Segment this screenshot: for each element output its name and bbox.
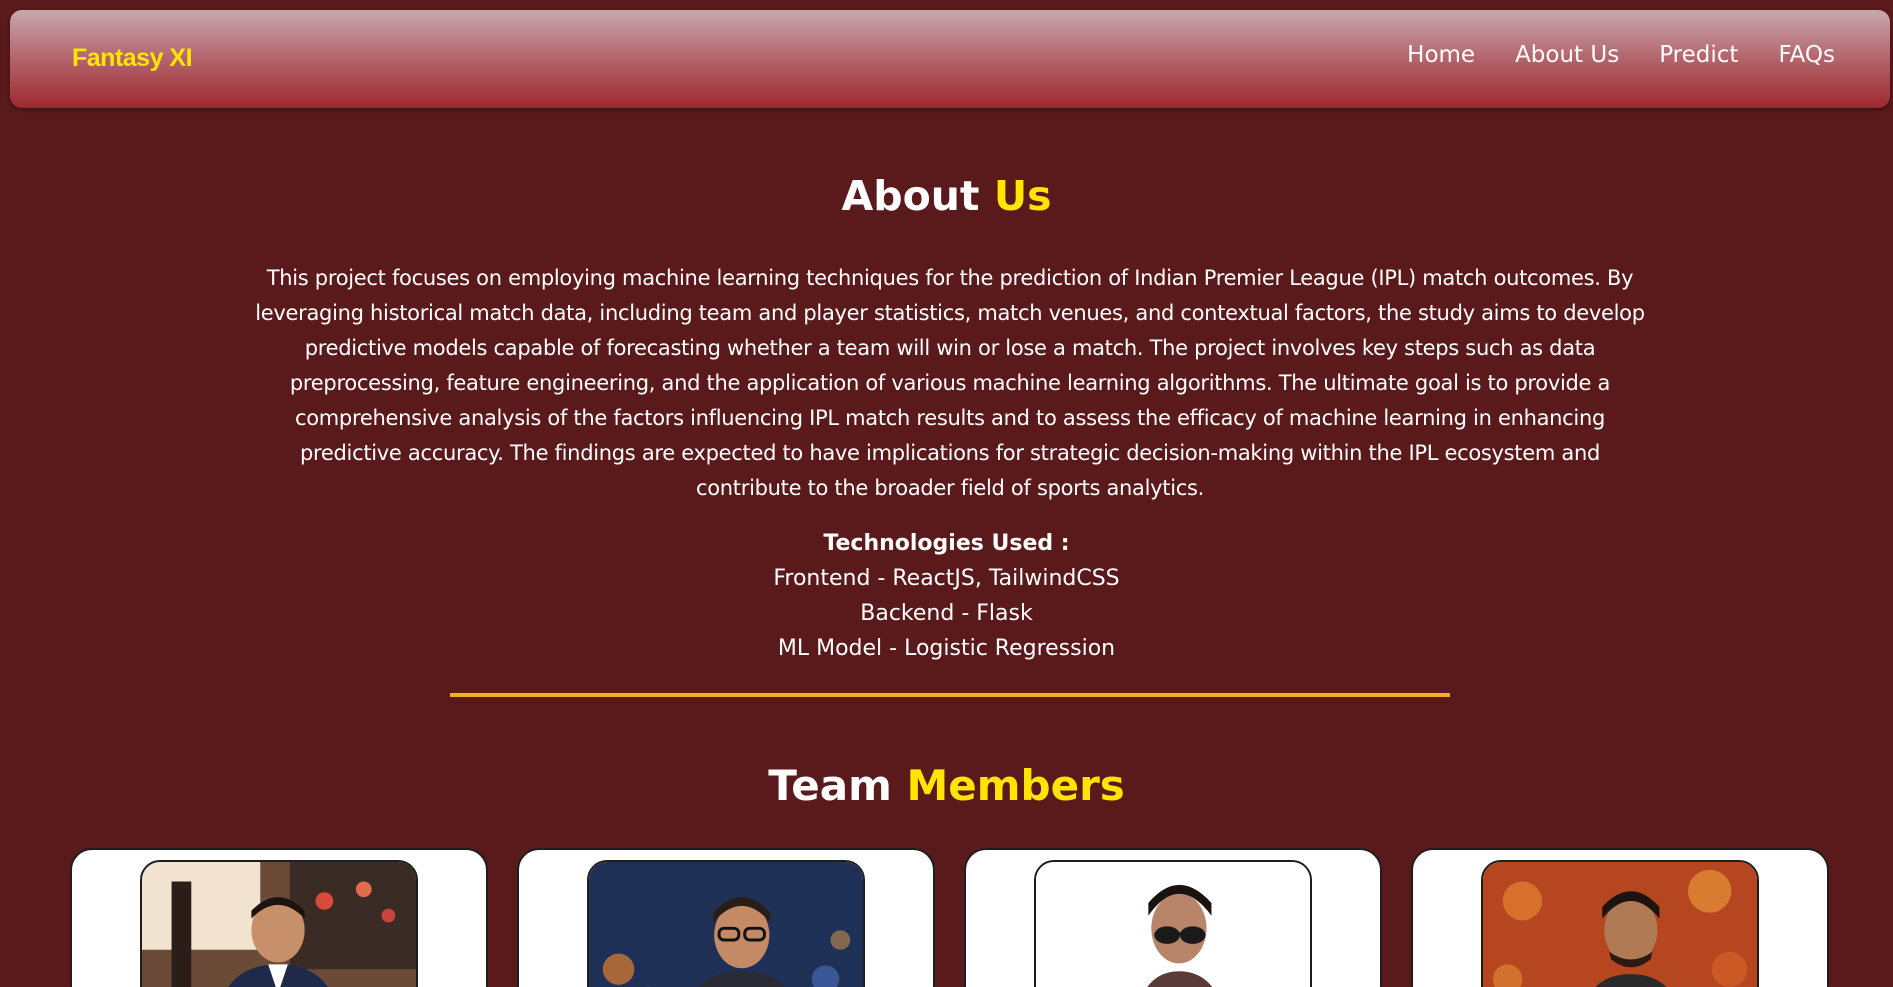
tech-backend: Backend - Flask — [860, 601, 1033, 626]
nav-faqs-link[interactable]: FAQs — [1778, 42, 1835, 68]
member-photo-1 — [140, 860, 418, 987]
navbar: Fantasy XI Home About Us Predict FAQs — [10, 10, 1890, 108]
member-photo-3 — [1034, 860, 1312, 987]
nav-links: Home About Us Predict FAQs — [1407, 42, 1835, 68]
member-photo-2 — [587, 860, 865, 987]
team-member-card-3 — [964, 848, 1382, 987]
tech-model: ML Model - Logistic Regression — [777, 636, 1116, 661]
team-heading-accent: Members — [906, 761, 1125, 810]
about-description: This project focuses on employing machin… — [255, 266, 1645, 500]
nav-about-link[interactable]: About Us — [1515, 42, 1619, 68]
technologies-title: Technologies Used : — [823, 531, 1070, 556]
nav-predict-link[interactable]: Predict — [1659, 42, 1738, 68]
brand-logo[interactable]: Fantasy XI — [72, 44, 193, 73]
about-heading-white: About — [841, 172, 980, 220]
team-heading: Team Members — [0, 761, 1893, 810]
about-heading-accent: Us — [993, 172, 1052, 220]
technologies-section: Technologies Used : Frontend - ReactJS, … — [0, 526, 1893, 666]
team-heading-white: Team — [768, 761, 892, 810]
team-member-card-2 — [517, 848, 935, 987]
team-member-card-1 — [70, 848, 488, 987]
tech-frontend: Frontend - ReactJS, TailwindCSS — [773, 566, 1120, 591]
team-member-card-4 — [1411, 848, 1829, 987]
about-heading: About Us — [0, 172, 1893, 220]
member-photo-4 — [1481, 860, 1759, 987]
nav-home-link[interactable]: Home — [1407, 42, 1475, 68]
section-divider — [450, 693, 1450, 697]
